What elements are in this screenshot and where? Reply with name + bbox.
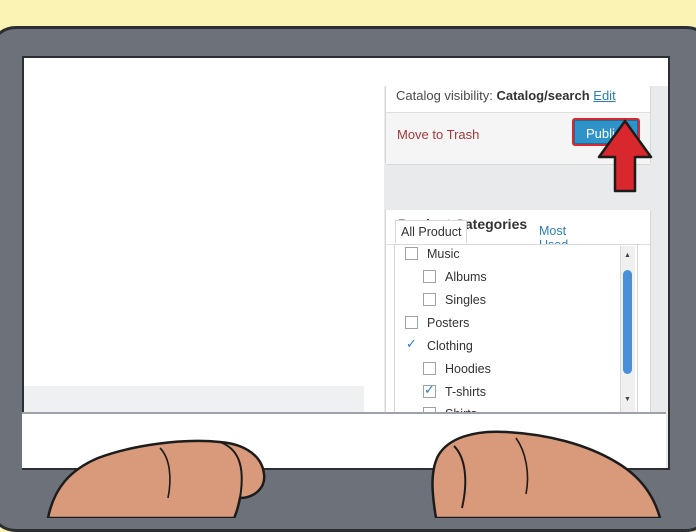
scroll-down-arrow-icon[interactable]: ▼ <box>624 396 631 403</box>
checkbox[interactable] <box>423 270 436 283</box>
category-label: Clothing <box>427 339 473 353</box>
checkbox[interactable] <box>423 362 436 375</box>
checkbox[interactable] <box>405 247 418 260</box>
category-checklist: Music Albums Singles Posters ✓ Clothing … <box>394 244 638 416</box>
checkbox[interactable] <box>405 316 418 329</box>
checkbox[interactable] <box>423 293 436 306</box>
category-label: Hoodies <box>445 362 491 376</box>
move-to-trash-link[interactable]: Move to Trash <box>397 127 479 142</box>
visibility-value: Catalog/search <box>496 88 590 103</box>
left-hand <box>46 439 266 518</box>
red-arrow-cursor-icon <box>597 119 653 193</box>
checkmark-icon: ✓ <box>406 336 417 351</box>
category-label: Music <box>427 247 460 261</box>
checkmark-icon: ✓ <box>424 382 435 397</box>
checkbox[interactable]: ✓ <box>405 336 418 352</box>
right-hand <box>431 430 662 518</box>
category-label: T-shirts <box>445 385 486 399</box>
category-scrollbar[interactable]: ▲ ▼ <box>620 246 635 412</box>
catalog-visibility: Catalog visibility: Catalog/search Edit <box>396 88 616 103</box>
category-label: Posters <box>427 316 470 330</box>
category-label: Singles <box>445 293 486 307</box>
edit-visibility-link[interactable]: Edit <box>593 88 615 103</box>
scroll-up-arrow-icon[interactable]: ▲ <box>624 252 631 259</box>
category-label: Albums <box>445 270 487 284</box>
visibility-label: Catalog visibility: <box>396 88 493 103</box>
tab-all-product-categories[interactable]: All Product Categories <box>395 220 468 261</box>
scrollbar-thumb[interactable] <box>623 270 632 374</box>
checkbox[interactable]: ✓ <box>423 382 436 398</box>
